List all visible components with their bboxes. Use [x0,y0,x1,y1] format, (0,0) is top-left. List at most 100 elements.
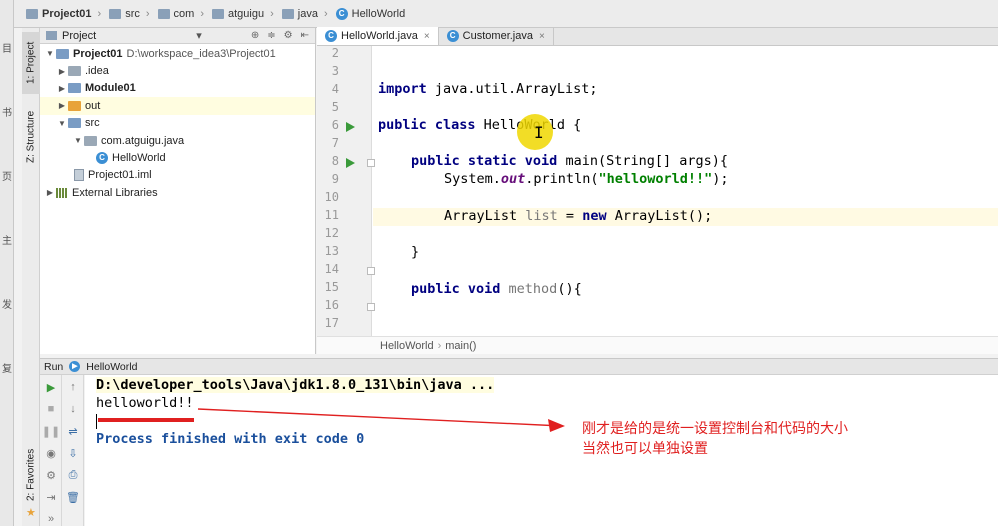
line-number: 9 [331,172,339,186]
breadcrumb-class[interactable]: HelloWorld [380,340,434,352]
tree-item-module01[interactable]: ▶ Module01 [40,80,315,97]
tab-customer[interactable]: C Customer.java × [439,27,554,45]
crumb-label: HelloWorld [351,7,406,20]
tree-item-label: HelloWorld [112,152,166,165]
crumb-helloworld[interactable]: C HelloWorld [335,7,406,20]
folder-icon [157,8,170,19]
tree-item-iml[interactable]: Project01.iml [40,167,315,184]
code-text: = [557,208,583,224]
chevron-right-icon: › [323,7,328,20]
expanded-arrow-icon[interactable]: ▼ [44,49,56,58]
code-text: .println( [525,171,599,187]
module-folder-icon [68,83,81,94]
code-line-method: public void method(){ [411,281,582,297]
console-command-line: D:\developer_tools\Java\jdk1.8.0_131\bin… [96,377,495,393]
project-path: D:\workspace_idea3\Project01 [126,47,276,60]
code-text: ArrayList(); [606,208,713,224]
tree-item-package[interactable]: ▼ com.atguigu.java [40,132,315,149]
target-icon[interactable]: ⊕ [251,30,259,41]
crumb-label: com [173,7,195,20]
crumb-label: atguigu [228,7,265,20]
expanded-arrow-icon[interactable]: ▼ [56,119,68,128]
run-config-tab[interactable]: HelloWorld [86,361,137,373]
collapsed-arrow-icon[interactable]: ▶ [44,188,56,197]
class-icon: C [335,7,348,20]
line-number: 5 [331,100,339,114]
outer-app-strip: 目 书 页 主 发 复 [0,0,14,526]
crumb-com[interactable]: com › [157,7,210,20]
trash-icon[interactable]: 🗑 [66,490,80,504]
code-line-close-brace: } [411,244,419,260]
run-toolbar-secondary: ↑ ↓ ⇌ ⇩ ⎙ 🗑 [62,375,84,526]
close-icon[interactable]: × [539,31,545,42]
code-text: (){ [557,281,582,297]
hide-icon[interactable]: ⇤ [301,30,309,41]
tree-item-out[interactable]: ▶ out [40,97,315,115]
chevron-down-icon[interactable]: ▾ [196,29,202,42]
run-class-icon[interactable] [346,122,355,132]
run-label: Run [44,360,64,373]
tree-item-project01[interactable]: ▼ Project01 D:\workspace_idea3\Project01 [40,45,315,62]
crumb-project[interactable]: Project01 › [26,8,107,20]
console-caret [96,414,97,429]
annotation-text-line2: 当然也可以单独设置 [582,441,708,457]
expanded-arrow-icon[interactable]: ▼ [72,136,84,145]
tab-helloworld[interactable]: C HelloWorld.java × [317,27,439,45]
close-icon[interactable]: × [424,31,430,42]
folder-icon [109,8,122,19]
dump-threads-icon[interactable]: ◉ [44,446,58,460]
tree-item-label: Project01.iml [88,169,152,182]
crumb-java[interactable]: java › [281,7,334,20]
collapsed-arrow-icon[interactable]: ▶ [56,84,68,93]
arrow-line [197,408,563,427]
project-icon [46,31,57,40]
chevron-right-icon: › [437,339,442,352]
console-output[interactable]: D:\developer_tools\Java\jdk1.8.0_131\bin… [85,375,998,526]
code-text: ArrayList [444,208,526,224]
arrow-head [548,419,565,432]
structure-tool-tab[interactable]: Z: Structure [22,102,40,172]
collapsed-arrow-icon[interactable]: ▶ [56,67,68,76]
collapsed-arrow-icon[interactable]: ▶ [56,101,68,110]
arrow-down-icon[interactable]: ↓ [66,402,80,416]
soft-wrap-icon[interactable]: ⇌ [66,424,80,438]
line-number: 4 [331,82,339,96]
tree-item-helloworld[interactable]: C HelloWorld [40,149,315,166]
chevron-right-icon: › [97,7,102,20]
favorites-tool-tab[interactable]: 2: Favorites [22,440,40,510]
project-folder-icon [56,48,69,59]
print-icon[interactable]: ⎙ [66,468,80,482]
rerun-icon[interactable]: ▶ [44,380,58,394]
run-main-icon[interactable] [346,158,355,168]
gear-icon[interactable]: ⚙ [284,30,293,41]
settings-icon[interactable]: ⚙ [44,468,58,482]
crumb-src[interactable]: src › [109,8,155,20]
pin-icon[interactable]: ⇥ [44,490,58,504]
code-text: main(String[] args){ [557,153,728,169]
tree-item-src[interactable]: ▼ src [40,115,315,132]
arrow-up-icon[interactable]: ↑ [66,380,80,394]
crumb-atguigu[interactable]: atguigu › [212,8,280,20]
collapse-icon[interactable]: ≑ [267,30,275,41]
project-view-selector[interactable]: Project [62,30,96,42]
tree-item-external-libraries[interactable]: ▶ External Libraries [40,184,315,201]
pause-icon[interactable]: ❚❚ [42,424,60,438]
code-area[interactable]: import java.util.ArrayList; public class… [373,46,998,336]
run-panel-header: Run ▶ HelloWorld [40,358,998,375]
code-line-println: System.out.println("helloworld!!"); [444,171,729,187]
annotation-arrow [197,408,565,432]
navigation-bar: Project01 › src › com › atguigu › java › C Hel… [14,0,998,28]
line-number: 12 [324,226,339,240]
more-icon[interactable]: » [44,512,58,526]
project-header-icons: ⊕ ≑ ⚙ ⇤ [251,30,315,41]
project-tool-tab[interactable]: 1: Project [22,32,40,94]
scroll-to-end-icon[interactable]: ⇩ [66,446,80,460]
code-line-main: public static void main(String[] args){ [411,153,728,169]
chevron-right-icon: › [145,7,150,20]
tree-item-idea[interactable]: ▶ .idea [40,62,315,79]
stop-icon[interactable]: ■ [44,402,58,416]
breadcrumb-method[interactable]: main() [445,340,476,352]
console-output-line: helloworld!! [96,395,194,411]
line-number: 17 [324,316,339,330]
line-number: 16 [324,298,339,312]
